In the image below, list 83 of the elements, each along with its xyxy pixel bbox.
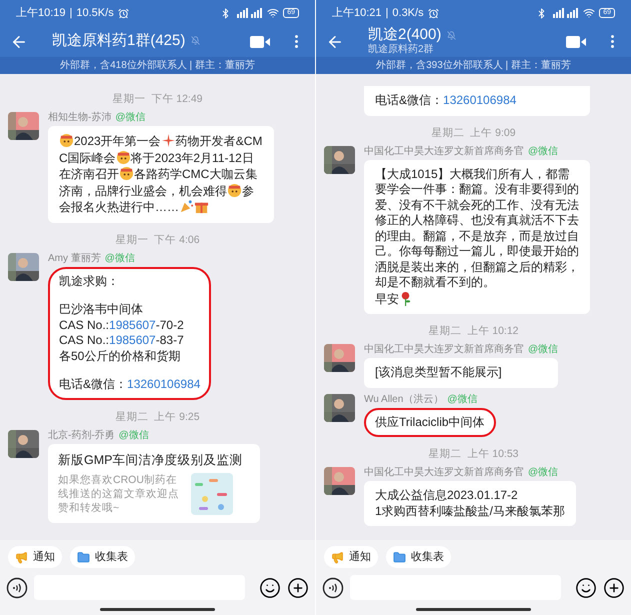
timestamp: 星期二 上午 9:25	[115, 410, 200, 424]
message-text: 凯途求购：	[59, 274, 120, 289]
phone-link[interactable]: 1985607	[109, 318, 156, 332]
emoji-face-icon	[119, 166, 134, 181]
add-icon[interactable]	[603, 576, 625, 598]
muted-icon	[191, 36, 200, 45]
clock-time: 上午10:21	[332, 6, 382, 21]
network-speed: 0.3K/s	[392, 6, 424, 21]
quick-action-chip[interactable]: 收集表	[386, 546, 451, 568]
alarm-icon	[118, 8, 129, 18]
status-separator: |	[70, 6, 72, 21]
sender-name: 中国化工中昊大连罗文新首席商务官	[364, 344, 524, 356]
chat-subtitle: 凯途原料药2群	[368, 44, 435, 55]
chat-title: 凯途原料药1群(425)	[52, 32, 186, 50]
source-tag: @微信	[118, 430, 149, 442]
article-title: 新版GMP车间洁净度级别及监测	[58, 452, 244, 468]
folder-icon	[77, 550, 90, 564]
firework-icon	[160, 133, 176, 148]
message-text: CAS No.:1985607-83-7	[59, 333, 185, 348]
source-tag: @微信	[447, 394, 478, 406]
message-text: 供应Trilaciclib中间体	[375, 414, 485, 430]
sender-name: 中国化工中昊大连罗文新首席商务官	[364, 467, 524, 479]
voice-icon[interactable]	[6, 576, 28, 598]
source-tag: @微信	[528, 344, 558, 356]
signal-icon	[551, 8, 580, 18]
add-icon[interactable]	[287, 576, 309, 598]
rose-icon	[399, 290, 412, 306]
message-text: 大成公益信息2023.01.17-2	[375, 488, 519, 504]
sender-name: 中国化工中昊大连罗文新首席商务官	[364, 146, 524, 158]
sender-name: 北京-药剂-乔勇	[48, 430, 115, 442]
sender-name: 相知生物-苏沛	[48, 112, 112, 124]
sender-name: Wu Allen（洪云）	[364, 394, 444, 406]
alarm-icon	[428, 8, 439, 18]
group-info-text: 外部群，含418位外部联系人 | 群主：董丽芳	[60, 58, 255, 73]
phone-link[interactable]: 13260106984	[127, 377, 200, 391]
article-card[interactable]: 新版GMP车间洁净度级别及监测 如果您喜欢CROU制药在线推送的这篇文章欢迎点赞和转发哦~	[48, 444, 260, 522]
group-info-text: 外部群，含393位外部联系人 | 群主：董丽芳	[376, 58, 571, 73]
bluetooth-icon	[220, 8, 232, 18]
source-tag: @微信	[115, 112, 146, 124]
clock-time: 上午10:19	[16, 6, 66, 21]
message-text: 各50公斤的价格和货期	[59, 348, 182, 364]
megaphone-icon	[331, 550, 344, 564]
timestamp: 星期二 上午 10:12	[428, 325, 519, 338]
quick-action-chip[interactable]: 通知	[8, 546, 62, 568]
timestamp: 星期一 下午 12:49	[112, 93, 203, 106]
message-text: 2023开年第一会 药物开发者&CMC国际峰会 将于2023年2月11-12日在济南召开 各路药学CMC大咖云集济南，品牌行业盛会，机会难得 参会报名火热进行中……	[59, 133, 263, 216]
article-summary: 如果您喜欢CROU制药在线推送的这篇文章欢迎点赞和转发哦~	[58, 472, 180, 514]
emoji-icon[interactable]	[575, 576, 597, 598]
message-text: 1求购西替利嗪盐酸盐/马来酸氯苯那	[375, 504, 566, 519]
message-text: 早安	[375, 290, 579, 307]
party-popper-icon	[179, 199, 194, 214]
signal-icon	[235, 8, 264, 18]
message-text: 电话&微信：13260106984	[59, 377, 200, 392]
timestamp: 星期二 上午 9:09	[431, 126, 516, 140]
timestamp: 星期二 上午 10:53	[428, 448, 519, 461]
message-text: 【大成1015】大概我们所有人，都需要学会一件事：翻篇。没有非要得到的爱、没有不干就会死的工作、没有无法修正的人格障碍、也没有真就活不下去的理由。翻篇，不是放弃，而是放过自己。你每每翻过一篇儿，即使最开始的洒脱是装出来的，但翻篇之后的精彩，却是不翻就看不到的。	[375, 166, 579, 290]
emoji-icon[interactable]	[259, 576, 281, 598]
phone-link[interactable]: 13260106984	[443, 93, 516, 107]
quick-action-chip[interactable]: 收集表	[70, 546, 135, 568]
message-text: 巴沙洛韦中间体	[59, 302, 144, 318]
message-text: 电话&微信：13260106984	[375, 93, 518, 108]
quick-action-chip[interactable]: 通知	[324, 546, 378, 568]
emoji-face-icon	[116, 150, 131, 164]
chat-title: 凯途2(400)	[368, 26, 442, 44]
message-text: CAS No.:1985607-70-2	[59, 318, 185, 333]
voice-icon[interactable]	[322, 576, 344, 598]
bluetooth-icon	[536, 8, 548, 18]
emoji-face-icon	[227, 182, 242, 198]
folder-icon	[393, 550, 406, 564]
video-call-icon[interactable]	[250, 36, 270, 48]
sender-name: Amy 董丽芳	[48, 252, 101, 264]
source-tag: @微信	[104, 252, 135, 264]
source-tag: @微信	[528, 146, 558, 158]
emoji-face-icon	[59, 133, 74, 148]
timestamp: 星期一 下午 4:06	[115, 234, 200, 246]
muted-icon	[447, 30, 456, 40]
message-text: [该消息类型暂不能展示]	[375, 365, 503, 380]
source-tag: @微信	[528, 467, 558, 479]
video-call-icon[interactable]	[566, 36, 586, 48]
megaphone-icon	[15, 550, 28, 564]
status-separator: |	[386, 6, 388, 21]
phone-link[interactable]: 1985607	[109, 333, 156, 347]
network-speed: 10.5K/s	[76, 6, 114, 21]
